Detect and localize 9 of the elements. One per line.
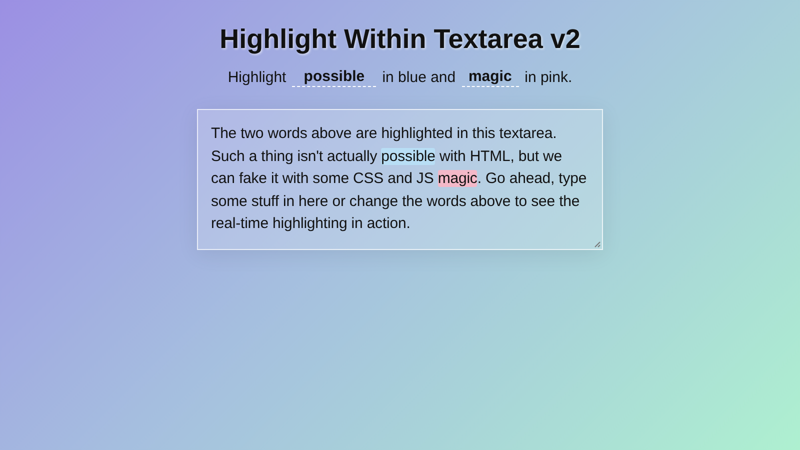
word-input-field[interactable]: possible [292,67,376,87]
textarea-text: The two words above are highlighted in this textarea. Such a thing isn't actually possible with HTML, but we can fake it with some CSS and JS magic. Go ahead, type some stuff in here or change the words above to see the real-time highlighting in action. [211,124,588,234]
word-input-field[interactable]: magic [462,67,519,87]
label-text: in pink. [524,68,572,86]
label-text: in blue and [382,68,456,86]
label-text: Highlight [228,68,286,86]
resize-grip-icon[interactable] [594,241,601,248]
textarea[interactable] [197,109,603,250]
page-title: Highlight Within Textarea v2 [220,24,580,55]
